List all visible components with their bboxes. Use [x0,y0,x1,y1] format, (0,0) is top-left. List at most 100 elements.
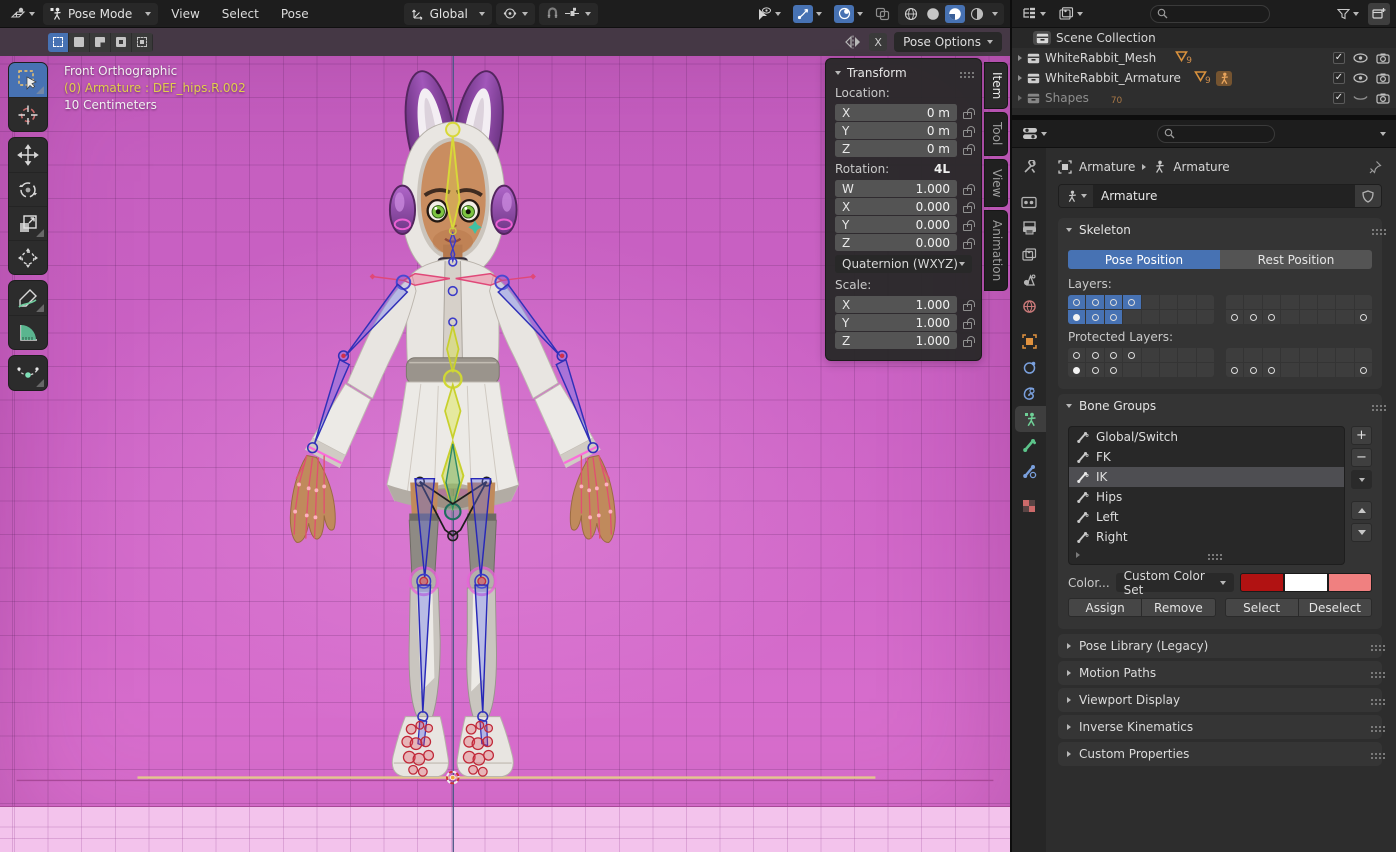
move-up-button[interactable] [1351,501,1372,520]
rotation-z-field[interactable]: Z0.000 [835,234,957,251]
grip-icon[interactable] [1371,672,1373,674]
location-x-field[interactable]: X0 m [835,104,957,121]
expand-icon[interactable] [1018,55,1022,61]
select-set-button[interactable] [48,33,69,52]
add-bone-group-button[interactable]: + [1351,426,1372,445]
layer-cell[interactable] [1086,363,1103,377]
layer-cell[interactable] [1300,295,1317,309]
tab-viewlayer-properties[interactable] [1012,241,1046,267]
layer-cell[interactable] [1244,295,1261,309]
outliner-filter-button[interactable] [1333,3,1363,25]
bone-group-specials-button[interactable] [1351,470,1372,489]
layer-cell[interactable] [1226,363,1243,377]
transform-orientation-dropdown[interactable]: Global [404,3,492,25]
grip-icon[interactable] [1208,554,1210,556]
layer-cell[interactable] [1336,295,1353,309]
tab-tool-properties[interactable] [1012,154,1046,180]
layer-cell[interactable] [1068,295,1085,309]
layer-cell[interactable] [1281,310,1298,324]
menu-pose[interactable]: Pose [272,3,318,25]
layer-cell[interactable] [1160,363,1177,377]
layer-cell[interactable] [1123,295,1140,309]
lock-icon[interactable] [963,148,972,155]
layer-cell[interactable] [1105,348,1122,362]
outliner-editor-type-button[interactable] [1018,3,1050,25]
layer-cell[interactable] [1318,348,1335,362]
shading-wireframe-button[interactable] [901,5,921,23]
tab-object-properties[interactable] [1012,328,1046,354]
xray-toggle[interactable] [871,3,894,25]
x-mirror-toggle[interactable]: X [869,33,887,51]
assign-button[interactable]: Assign [1068,598,1142,617]
layer-cell[interactable] [1263,310,1280,324]
select-intersect-button[interactable] [132,33,153,52]
bone-groups-panel-header[interactable]: Bone Groups [1058,394,1382,418]
eye-icon[interactable] [1353,73,1368,83]
tool-scale[interactable] [9,206,47,240]
pivot-point-dropdown[interactable] [496,3,535,25]
tab-view[interactable]: View [984,159,1008,207]
selectable-checkbox[interactable]: ✓ [1333,72,1345,84]
layer-cell[interactable] [1263,348,1280,362]
layer-cell[interactable] [1142,363,1159,377]
outliner-row-armature[interactable]: WhiteRabbit_Armature 9 ✓ [1012,68,1396,88]
panel-viewport-display[interactable]: Viewport Display [1058,688,1382,712]
camera-icon[interactable] [1376,73,1390,84]
mode-dropdown[interactable]: Pose Mode [43,3,158,25]
remove-bone-group-button[interactable]: − [1351,448,1372,467]
layer-cell[interactable] [1086,310,1103,324]
layer-cell[interactable] [1142,310,1159,324]
layer-cell[interactable] [1300,310,1317,324]
swatch-normal[interactable] [1240,573,1284,592]
layer-cell[interactable] [1178,363,1195,377]
layer-cell[interactable] [1244,348,1261,362]
tab-object-data-properties[interactable] [1015,406,1046,432]
lock-icon[interactable] [963,304,972,311]
bone-group-item[interactable]: Right [1069,527,1344,547]
layer-cell[interactable] [1355,363,1372,377]
layer-cell[interactable] [1355,348,1372,362]
rotation-x-field[interactable]: X0.000 [835,198,957,215]
properties-editor-type-button[interactable] [1018,123,1051,145]
grip-icon[interactable] [960,72,962,74]
location-y-field[interactable]: Y0 m [835,122,957,139]
layer-cell[interactable] [1105,295,1122,309]
skeleton-panel-header[interactable]: Skeleton [1058,218,1382,242]
layer-cell[interactable] [1336,310,1353,324]
tab-tool[interactable]: Tool [984,112,1008,155]
panel-pose-library[interactable]: Pose Library (Legacy) [1058,634,1382,658]
rest-position-button[interactable]: Rest Position [1220,250,1372,269]
fake-user-toggle[interactable] [1355,185,1381,207]
tool-rotate[interactable] [9,172,47,206]
selectable-checkbox[interactable]: ✓ [1333,92,1345,104]
layer-cell[interactable] [1105,310,1122,324]
color-set-dropdown[interactable]: Custom Color Set [1116,573,1234,592]
swatch-select[interactable] [1284,573,1328,592]
expand-icon[interactable] [1018,75,1022,81]
layer-cell[interactable] [1263,295,1280,309]
select-extend-button[interactable] [69,33,90,52]
menu-select[interactable]: Select [213,3,268,25]
camera-icon[interactable] [1376,53,1390,64]
outliner-row-scene-collection[interactable]: Scene Collection [1012,28,1396,48]
outliner-search-input[interactable] [1150,5,1270,23]
layer-cell[interactable] [1197,363,1214,377]
grip-icon[interactable] [1371,645,1373,647]
bone-group-item[interactable]: FK [1069,447,1344,467]
bone-group-item[interactable]: Hips [1069,487,1344,507]
show-overlays-toggle[interactable] [834,5,854,23]
layer-cell[interactable] [1160,310,1177,324]
layer-cell[interactable] [1281,295,1298,309]
layer-cell[interactable] [1160,295,1177,309]
grip-icon[interactable] [1372,229,1374,231]
layer-cell[interactable] [1336,348,1353,362]
layer-cell[interactable] [1123,363,1140,377]
bone-group-item[interactable]: Global/Switch [1069,427,1344,447]
outliner-row-shapes[interactable]: Shapes 70 ✓ [1012,88,1396,108]
layer-cell[interactable] [1300,348,1317,362]
select-subtract-button[interactable] [90,33,111,52]
tool-move[interactable] [9,138,47,172]
lock-icon[interactable] [963,130,972,137]
layer-cell[interactable] [1355,310,1372,324]
eye-icon[interactable] [1353,53,1368,63]
